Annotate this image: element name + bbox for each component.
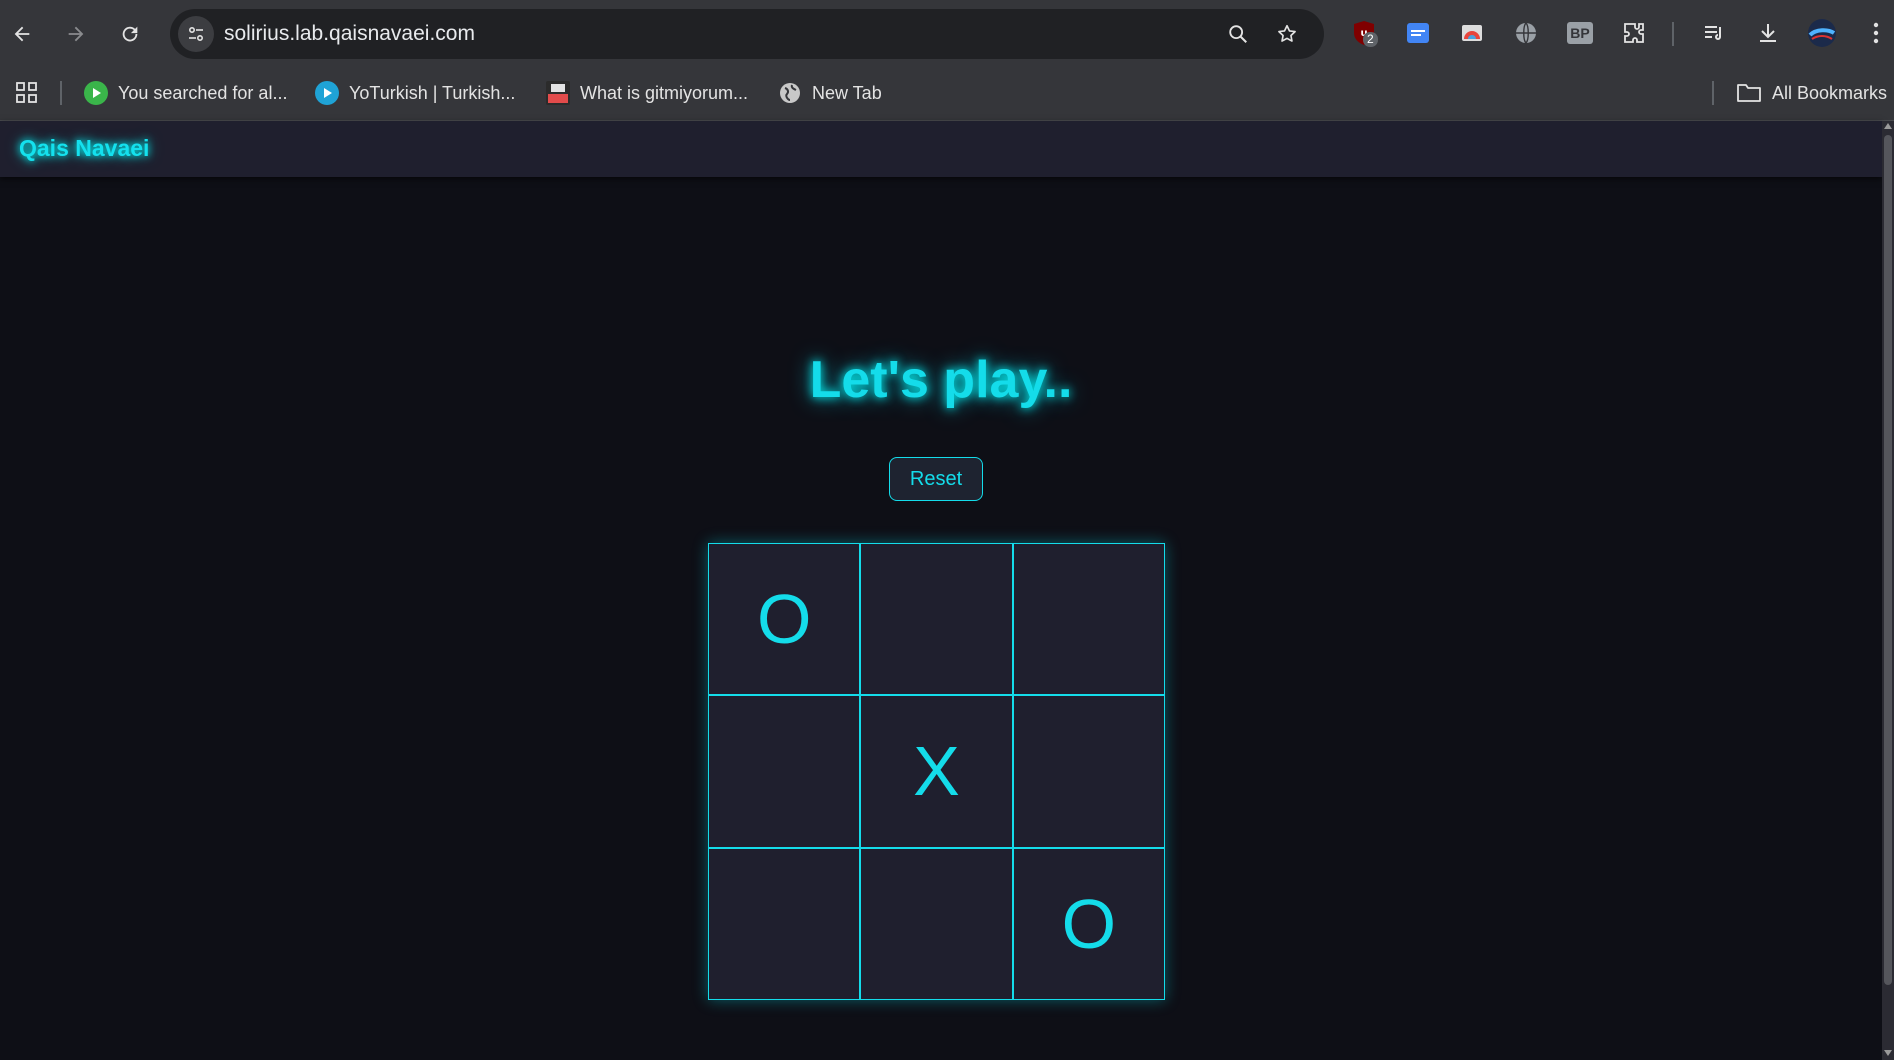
bookmark-item-4[interactable]: New Tab: [778, 78, 882, 108]
bookmark-item-2[interactable]: YoTurkish | Turkish...: [315, 78, 515, 108]
zoom-icon[interactable]: [1224, 20, 1252, 48]
extensions-puzzle-icon[interactable]: [1618, 17, 1650, 49]
board-cell[interactable]: [860, 847, 1013, 1000]
globe-icon: [778, 81, 802, 105]
page-title: Let's play..: [809, 351, 1073, 409]
board-cell[interactable]: [708, 695, 861, 848]
scroll-up-arrow-icon[interactable]: [1884, 123, 1892, 129]
play-blue-icon: [315, 81, 339, 105]
url-text[interactable]: solirius.lab.qaisnavaei.com: [224, 22, 475, 46]
browser-toolbar: solirius.lab.qaisnavaei.com u 2 BP: [0, 0, 1894, 67]
reading-list-icon[interactable]: [1698, 17, 1730, 49]
translate-extension-icon[interactable]: [1402, 17, 1434, 49]
board-cell[interactable]: [708, 847, 861, 1000]
board-cell[interactable]: [1012, 695, 1165, 848]
bookmarks-bar: You searched for al... YoTurkish | Turki…: [0, 67, 1894, 121]
scroll-down-arrow-icon[interactable]: [1884, 1050, 1892, 1056]
all-bookmarks-button[interactable]: All Bookmarks: [1736, 78, 1887, 108]
site-settings-icon[interactable]: [178, 16, 214, 52]
bookmarks-divider-right: [1712, 81, 1714, 105]
ublock-shield-icon[interactable]: u 2: [1348, 17, 1380, 49]
apps-grid-icon[interactable]: [15, 78, 39, 108]
downloads-icon[interactable]: [1752, 17, 1784, 49]
bp-extension-icon[interactable]: BP: [1564, 17, 1596, 49]
bookmark-item-3[interactable]: What is gitmiyorum...: [546, 78, 748, 108]
board-cell[interactable]: X: [860, 695, 1013, 848]
color-picker-extension-icon[interactable]: [1456, 17, 1488, 49]
scrollbar-thumb[interactable]: [1884, 135, 1892, 985]
seal-red-icon: [546, 81, 570, 105]
toolbar-divider: [1672, 22, 1674, 46]
extension-badge: 2: [1363, 32, 1378, 47]
play-green-icon: [84, 81, 108, 105]
profile-avatar[interactable]: [1806, 17, 1838, 49]
forward-arrow-icon[interactable]: [56, 14, 96, 54]
board-cell[interactable]: [1012, 543, 1165, 696]
bookmark-star-icon[interactable]: [1273, 20, 1301, 48]
board-cell[interactable]: O: [1012, 847, 1165, 1000]
back-arrow-icon[interactable]: [2, 14, 42, 54]
site-brand[interactable]: Qais Navaei: [19, 135, 149, 162]
bookmark-item-1[interactable]: You searched for al...: [84, 78, 287, 108]
reload-icon[interactable]: [110, 14, 150, 54]
menu-kebab-icon[interactable]: [1860, 17, 1892, 49]
reset-button[interactable]: Reset: [889, 457, 983, 501]
site-header: Qais Navaei: [0, 121, 1882, 177]
board-cell[interactable]: O: [708, 543, 861, 696]
board-cell[interactable]: [860, 543, 1013, 696]
tic-tac-toe-board: O X O: [708, 543, 1165, 1000]
bookmarks-divider: [60, 81, 62, 105]
folder-icon: [1736, 82, 1762, 104]
globe-extension-icon[interactable]: [1510, 17, 1542, 49]
address-bar[interactable]: solirius.lab.qaisnavaei.com: [170, 9, 1324, 59]
